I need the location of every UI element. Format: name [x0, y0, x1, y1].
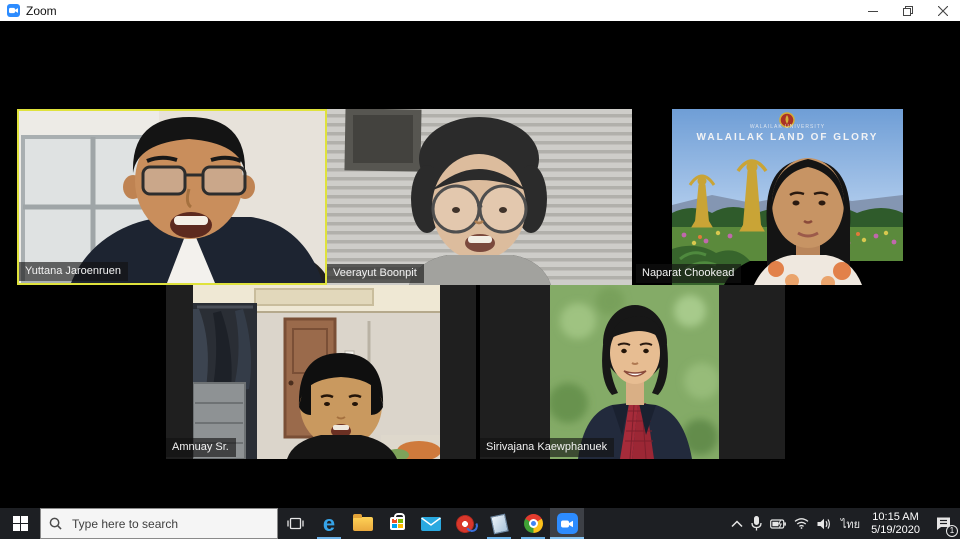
taskbar-search-box[interactable]	[40, 508, 278, 539]
zoom-window-titlebar: Zoom	[0, 0, 960, 21]
task-view-icon	[287, 516, 304, 531]
taskbar-app-media[interactable]	[448, 508, 482, 539]
participant-person	[672, 109, 903, 285]
participant-tile-amnuay[interactable]: Amnuay Sr.	[166, 285, 476, 459]
chevron-up-icon	[731, 520, 743, 528]
windows-taskbar: e	[0, 508, 960, 539]
taskbar-app-file-explorer[interactable]	[346, 508, 380, 539]
clock-date: 5/19/2020	[871, 524, 920, 537]
tray-chevron-button[interactable]	[727, 508, 747, 539]
participant-tile-naparat[interactable]: WALAILAK UNIVERSITY WALAILAK LAND OF GLO…	[632, 109, 940, 285]
notepad-icon	[490, 513, 508, 534]
taskbar-app-edge[interactable]: e	[312, 508, 346, 539]
microphone-icon	[751, 516, 762, 531]
search-icon	[49, 517, 62, 530]
red-disc-icon	[454, 512, 477, 535]
tray-microphone[interactable]	[747, 508, 766, 539]
window-title: Zoom	[26, 4, 57, 18]
participant-name-label: Yuttana Jaroenruen	[19, 262, 128, 281]
tray-wifi[interactable]	[790, 508, 813, 539]
participant-name-label: Naparat Chookead	[636, 264, 741, 283]
desktop-screen: Zoom	[0, 0, 960, 539]
clock-time: 10:15 AM	[871, 511, 920, 524]
participant-tile-veerayut[interactable]: Veerayut Boonpit	[327, 109, 632, 285]
taskbar-app-notepad[interactable]	[482, 508, 516, 539]
taskbar-app-zoom[interactable]	[550, 508, 584, 539]
participant-video	[193, 285, 440, 459]
participant-name-label: Sirivajana Kaewphanuek	[480, 438, 614, 457]
taskbar-app-store[interactable]	[380, 508, 414, 539]
search-input[interactable]	[70, 516, 255, 532]
taskbar-clock[interactable]: 10:15 AM 5/19/2020	[865, 511, 926, 537]
notification-count-badge: 1	[946, 525, 958, 537]
zoom-app-icon	[7, 4, 20, 17]
zoom-gallery-view: Yuttana Jaroenruen	[0, 21, 960, 508]
restore-button[interactable]	[890, 0, 925, 21]
participant-name-label: Veerayut Boonpit	[327, 264, 424, 283]
taskbar-app-chrome[interactable]	[516, 508, 550, 539]
speaker-icon	[817, 518, 832, 530]
start-button[interactable]	[0, 508, 40, 539]
mail-icon	[421, 517, 441, 531]
taskbar-app-mail[interactable]	[414, 508, 448, 539]
participant-tile-sirivajana[interactable]: Sirivajana Kaewphanuek	[480, 285, 785, 459]
wifi-icon	[794, 518, 809, 529]
battery-charging-icon	[770, 519, 786, 529]
tray-battery[interactable]	[766, 508, 790, 539]
task-view-button[interactable]	[278, 508, 312, 539]
system-tray: ไทย 10:15 AM 5/19/2020 1	[727, 508, 960, 539]
language-indicator[interactable]: ไทย	[836, 508, 865, 539]
minimize-button[interactable]	[855, 0, 890, 21]
participant-video	[19, 111, 325, 283]
participant-video	[550, 285, 719, 459]
edge-icon: e	[323, 514, 335, 534]
participant-tile-yuttana[interactable]: Yuttana Jaroenruen	[17, 109, 327, 285]
tray-volume[interactable]	[813, 508, 836, 539]
file-explorer-icon	[353, 517, 373, 531]
zoom-taskbar-icon	[557, 513, 578, 534]
participant-video	[327, 109, 632, 285]
close-button[interactable]	[925, 0, 960, 21]
microsoft-store-icon	[390, 517, 405, 530]
chrome-icon	[524, 514, 543, 533]
windows-logo-icon	[13, 516, 28, 531]
participant-name-label: Amnuay Sr.	[166, 438, 236, 457]
action-center-button[interactable]: 1	[926, 508, 960, 539]
